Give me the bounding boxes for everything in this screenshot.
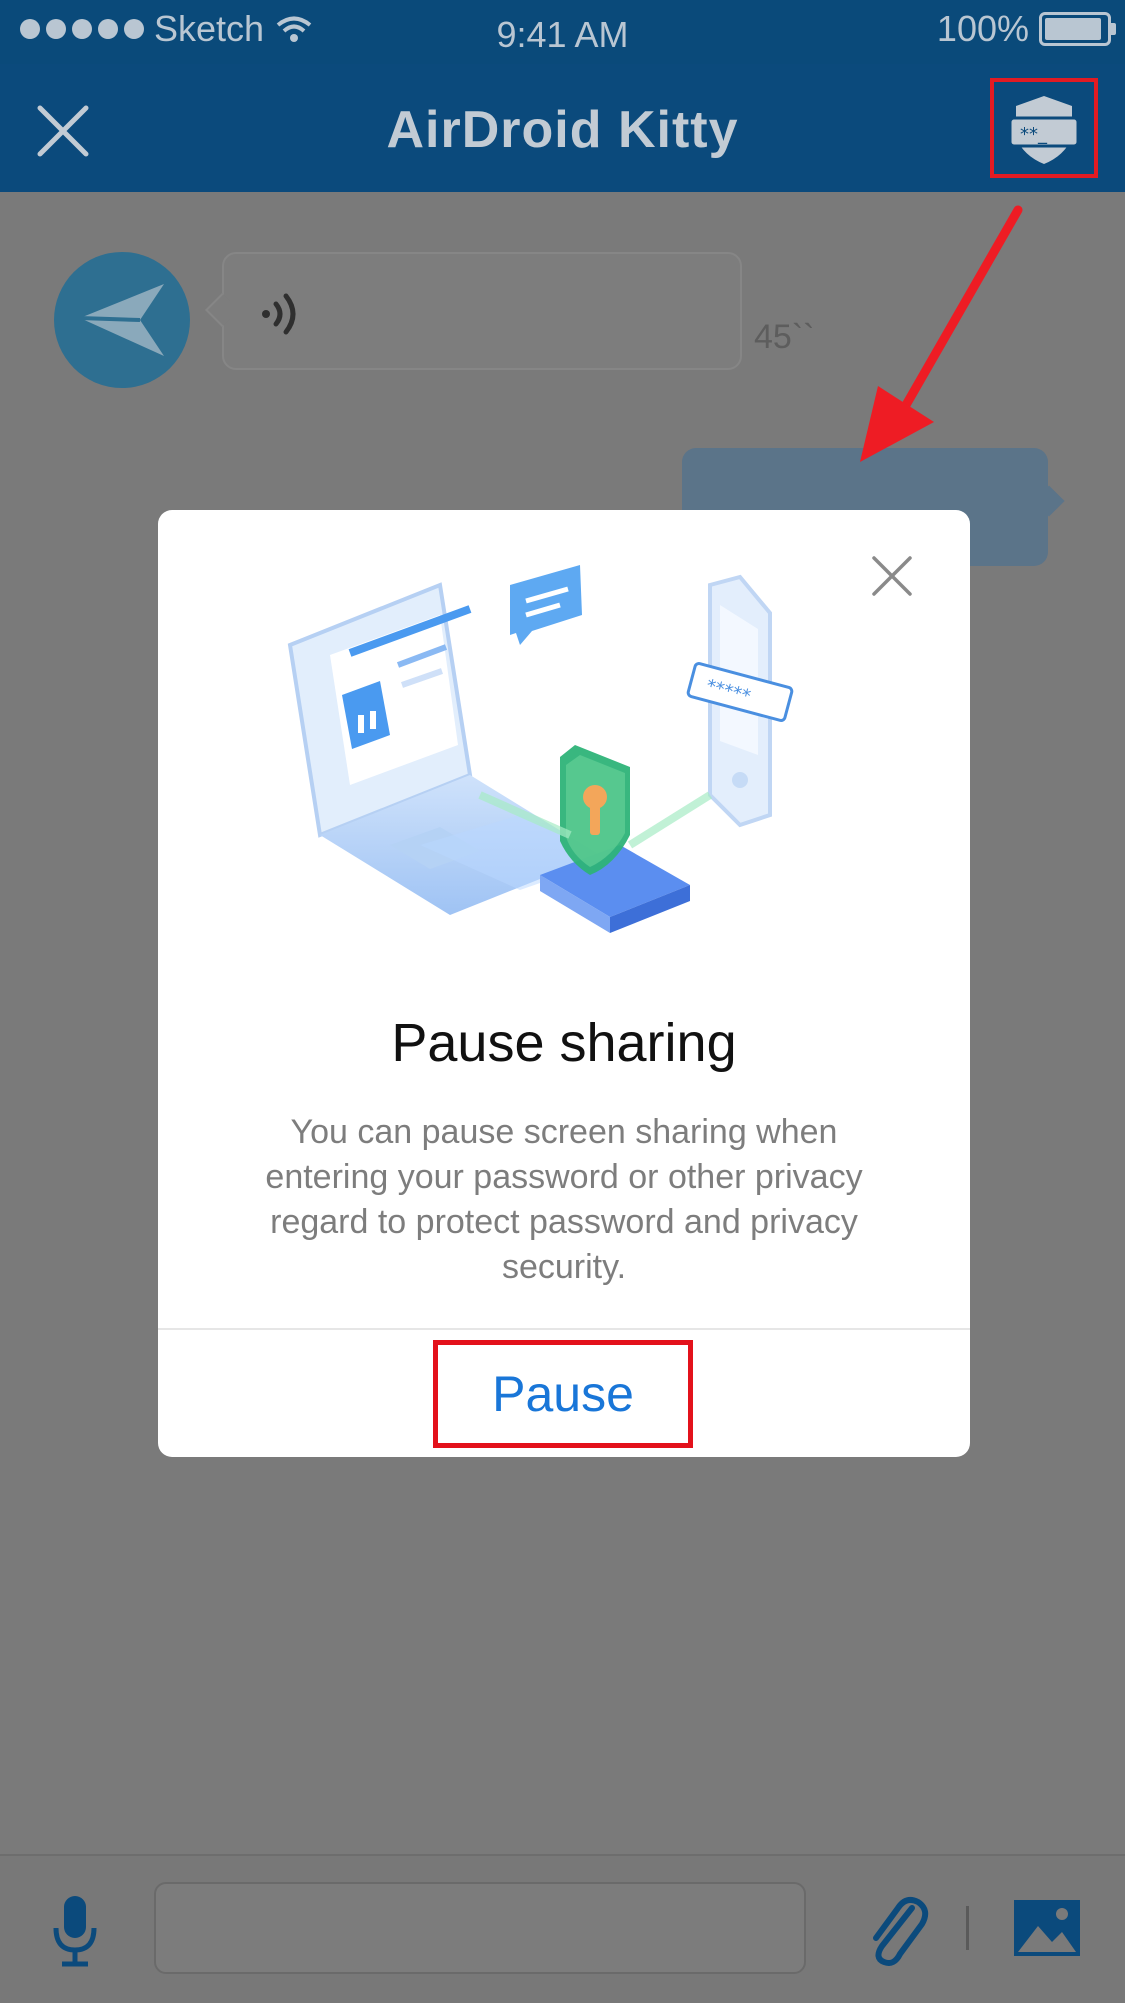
sound-wave-icon (262, 293, 296, 335)
dialog-body: You can pause screen sharing when enteri… (265, 1113, 863, 1286)
page-title: AirDroid Kitty (386, 101, 739, 159)
privacy-illustration: ***** (287, 565, 794, 933)
message-input[interactable] (154, 1882, 806, 1974)
shield-password-icon: **_ (1008, 96, 1080, 164)
battery-icon (1039, 12, 1116, 46)
red-arrow-annotation (860, 205, 1023, 462)
paper-plane-icon (79, 284, 164, 356)
svg-text:**_: **_ (1020, 124, 1048, 145)
paperclip-icon[interactable] (860, 1890, 930, 1970)
dialog-title: Pause sharing (391, 1013, 737, 1073)
voice-duration: 45`` (754, 318, 815, 356)
battery-label: 100% (936, 8, 1029, 49)
status-right: 100% (936, 8, 1116, 50)
toolbar-separator (966, 1906, 969, 1950)
dialog-divider (158, 1328, 970, 1330)
pause-button[interactable]: Pause (433, 1340, 693, 1448)
nav-bar: AirDroid Kitty (0, 64, 1125, 192)
voice-message-bubble[interactable] (222, 252, 742, 370)
pause-sharing-button[interactable]: **_ (990, 78, 1098, 178)
status-bar: Sketch 9:41 AM 100% (0, 0, 1125, 64)
avatar[interactable] (54, 252, 190, 388)
close-icon[interactable] (870, 554, 914, 598)
image-icon[interactable] (1012, 1898, 1082, 1958)
microphone-icon[interactable] (48, 1892, 102, 1972)
